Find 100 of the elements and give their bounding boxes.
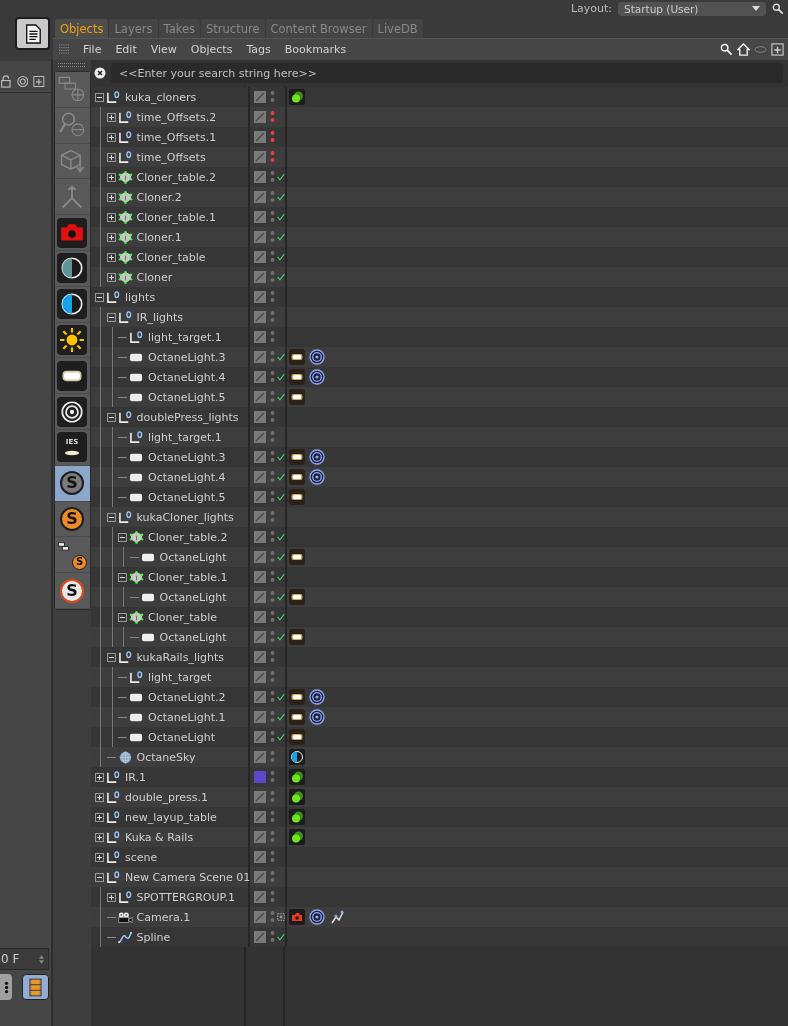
visibility-icon[interactable] [270, 190, 275, 204]
spheres-tag-icon[interactable] [289, 829, 305, 845]
object-name[interactable]: OctaneLight.5 [148, 390, 226, 404]
visibility-icon[interactable] [270, 530, 275, 544]
hidden-visibility-icon[interactable] [270, 150, 275, 164]
half-circle-tag-icon[interactable] [289, 749, 305, 765]
object-name[interactable]: kukaCloner_lights [136, 510, 234, 524]
visibility-icon[interactable] [270, 290, 275, 304]
layer-color-swatch[interactable] [254, 771, 266, 783]
light-tag-icon[interactable] [289, 389, 305, 405]
collapse-icon[interactable] [95, 872, 104, 882]
visibility-icon[interactable] [270, 310, 275, 324]
search-icon[interactable] [720, 43, 733, 56]
visibility-icon[interactable] [270, 850, 275, 864]
object-name[interactable]: kuka_cloners [125, 90, 197, 104]
object-name[interactable]: OctaneLight.4 [148, 370, 226, 384]
spheres-tag-icon[interactable] [289, 809, 305, 825]
expand-icon[interactable] [95, 852, 104, 862]
object-name[interactable]: OctaneSky [136, 750, 196, 764]
object-name[interactable]: IR_lights [136, 310, 183, 324]
collapse-icon[interactable] [106, 412, 116, 422]
object-name[interactable]: OctaneLight.1 [148, 710, 226, 724]
object-name[interactable]: OctaneLight [159, 630, 227, 644]
visibility-icon[interactable] [270, 350, 275, 364]
visibility-icon[interactable] [270, 710, 275, 724]
document-button[interactable] [15, 17, 50, 50]
collapse-icon[interactable] [118, 572, 127, 582]
object-name[interactable]: double_press.1 [125, 790, 208, 804]
menu-item[interactable]: View [143, 40, 184, 59]
object-name[interactable]: time_Offsets [136, 150, 206, 164]
target-tag-icon[interactable] [309, 469, 325, 485]
visibility-icon[interactable] [270, 670, 275, 684]
spheres-tag-icon[interactable] [289, 769, 305, 785]
object-name[interactable]: OctaneLight.3 [148, 450, 226, 464]
add-icon[interactable] [771, 43, 784, 56]
visibility-icon[interactable] [270, 370, 275, 384]
collapse-icon[interactable] [106, 652, 116, 662]
object-name[interactable]: Cloner [136, 270, 173, 284]
visibility-icon[interactable] [270, 450, 275, 464]
grip-icon[interactable] [59, 44, 70, 55]
light-tag-icon[interactable] [289, 369, 305, 385]
figure-tag-icon[interactable] [329, 909, 345, 925]
object-name[interactable]: kukaRails_lights [136, 650, 225, 664]
visibility-icon[interactable] [270, 650, 275, 664]
collapse-icon[interactable] [118, 612, 127, 622]
close-icon[interactable] [94, 67, 106, 79]
visibility-icon[interactable] [270, 550, 275, 564]
object-name[interactable]: SPOTTERGROUP.1 [136, 890, 235, 904]
light-tag-icon[interactable] [289, 489, 305, 505]
visibility-icon[interactable] [270, 810, 275, 824]
collapse-icon[interactable] [106, 512, 116, 522]
expand-icon[interactable] [106, 212, 116, 222]
collapse-icon[interactable] [95, 292, 104, 302]
object-name[interactable]: light_target [148, 670, 212, 684]
visibility-icon[interactable] [270, 770, 275, 784]
object-name[interactable]: Cloner.2 [136, 190, 182, 204]
object-name[interactable]: Camera.1 [136, 910, 191, 924]
target-tag-icon[interactable] [309, 369, 325, 385]
expand-icon[interactable] [106, 192, 116, 202]
object-name[interactable]: OctaneLight.5 [148, 490, 226, 504]
collapse-icon[interactable] [106, 312, 116, 322]
visibility-icon[interactable] [270, 730, 275, 744]
menu-item[interactable]: Bookmarks [277, 40, 354, 59]
visibility-icon[interactable] [270, 630, 275, 644]
visibility-icon[interactable] [270, 410, 275, 424]
tool-button[interactable] [54, 394, 90, 430]
visibility-icon[interactable] [270, 470, 275, 484]
expand-icon[interactable] [106, 252, 116, 262]
visibility-icon[interactable] [270, 230, 275, 244]
menu-item[interactable]: Tags [239, 40, 278, 59]
visibility-icon[interactable] [270, 790, 275, 804]
checkmark-icon[interactable] [277, 932, 285, 942]
tool-button[interactable] [54, 251, 90, 287]
light-tag-icon[interactable] [289, 629, 305, 645]
object-name[interactable]: OctaneLight [148, 730, 215, 744]
object-name[interactable]: doublePress_lights [136, 410, 239, 424]
spheres-tag-icon[interactable] [289, 89, 305, 105]
visibility-icon[interactable] [270, 170, 275, 184]
visibility-icon[interactable] [270, 90, 275, 104]
tool-button[interactable] [54, 358, 90, 395]
visibility-icon[interactable] [270, 250, 275, 264]
home-icon[interactable] [737, 43, 750, 56]
light-tag-icon[interactable] [289, 349, 305, 365]
hidden-visibility-icon[interactable] [270, 110, 275, 124]
visibility-icon[interactable] [270, 830, 275, 844]
menu-item[interactable]: File [76, 40, 109, 59]
object-name[interactable]: time_Offsets.1 [136, 130, 217, 144]
film-button[interactable] [22, 974, 49, 1000]
target-tag-icon[interactable] [309, 349, 325, 365]
menu-item[interactable]: Objects [183, 40, 240, 59]
search-field[interactable]: <<Enter your search string here>> [111, 63, 783, 83]
collapse-icon[interactable] [95, 92, 104, 102]
object-name[interactable]: lights [125, 290, 156, 304]
hidden-visibility-icon[interactable] [270, 130, 275, 144]
expand-icon[interactable] [106, 132, 116, 142]
spheres-tag-icon[interactable] [289, 789, 305, 805]
target-icon[interactable] [16, 75, 29, 88]
expand-icon[interactable] [106, 232, 116, 242]
visibility-icon[interactable] [270, 270, 275, 284]
expand-icon[interactable] [95, 812, 104, 822]
